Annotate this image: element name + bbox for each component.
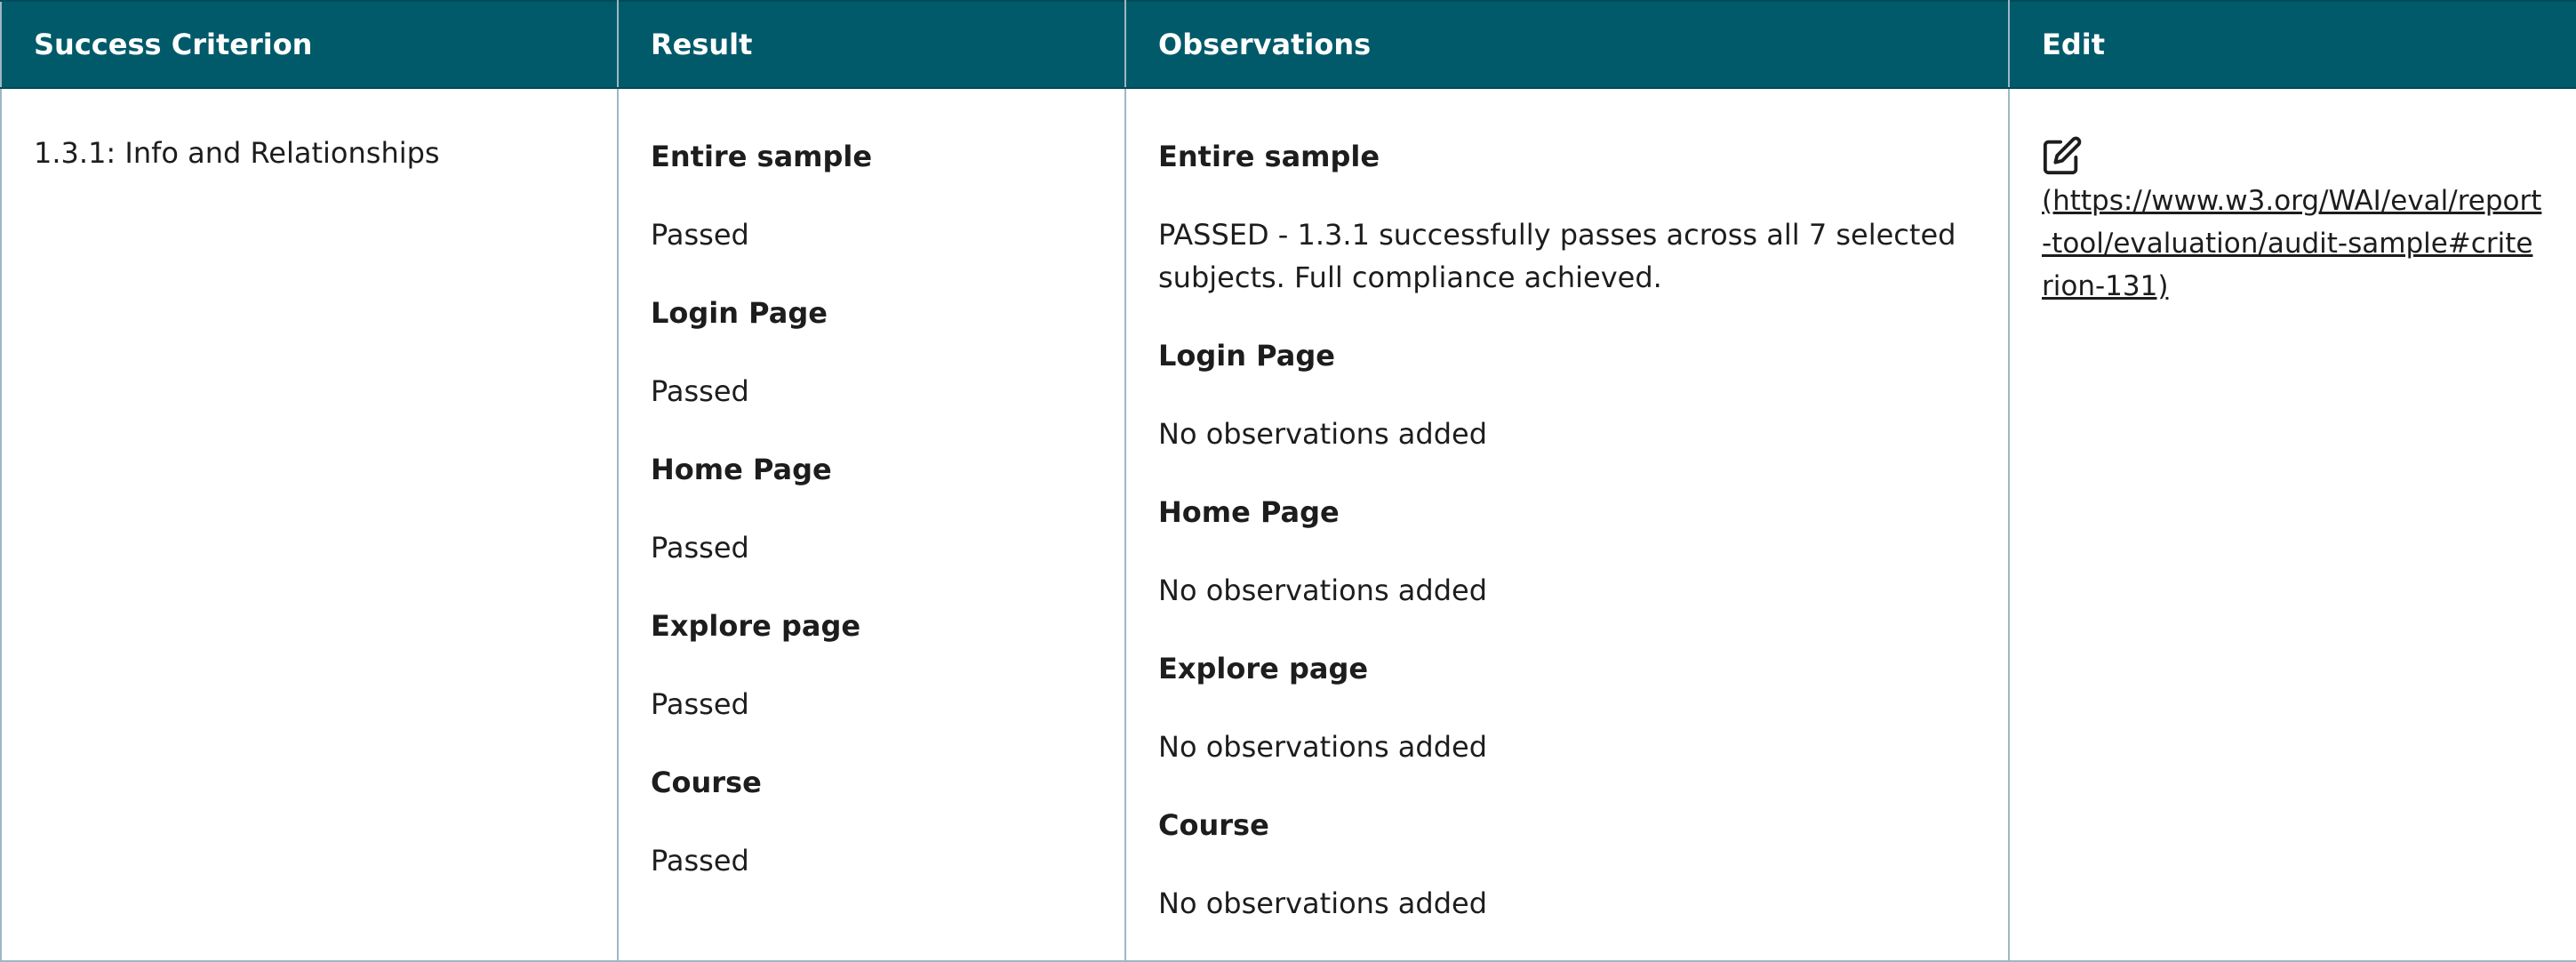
criterion-name: 1.3.1: Info and Relationships [34, 136, 440, 170]
observations-cell: Entire sample PASSED - 1.3.1 successfull… [1124, 88, 2010, 962]
table-row: 1.3.1: Info and Relationships Entire sam… [0, 88, 2576, 962]
observation-value: No observations added [1158, 730, 1488, 764]
header-observations: Observations [1124, 0, 2010, 89]
observation-heading: Home Page [1158, 495, 1340, 529]
header-result: Result [617, 0, 1126, 89]
edit-cell: (https://www.w3.org/WAI/eval/report-tool… [2008, 88, 2576, 962]
observation-value: No observations added [1158, 417, 1488, 451]
observation-heading: Login Page [1158, 339, 1335, 373]
observation-value: PASSED - 1.3.1 successfully passes acros… [1158, 218, 1956, 294]
observation-course: Course No observations added [1158, 804, 1976, 925]
result-value: Passed [651, 844, 749, 878]
result-entire-sample: Entire sample Passed [651, 135, 1092, 256]
result-heading: Explore page [651, 609, 861, 643]
result-heading: Login Page [651, 296, 828, 330]
observation-home-page: Home Page No observations added [1158, 491, 1976, 612]
observation-explore-page: Explore page No observations added [1158, 647, 1976, 768]
table-body: 1.3.1: Info and Relationships Entire sam… [0, 88, 2576, 962]
edit-criterion-link[interactable]: (https://www.w3.org/WAI/eval/report-tool… [2042, 135, 2544, 308]
observation-heading: Course [1158, 808, 1269, 842]
result-login-page: Login Page Passed [651, 292, 1092, 413]
result-value: Passed [651, 374, 749, 408]
observation-value: No observations added [1158, 573, 1488, 607]
header-success-criterion: Success Criterion [0, 0, 619, 89]
result-value: Passed [651, 218, 749, 252]
header-row: Success Criterion Result Observations Ed… [0, 0, 2576, 89]
edit-link-url[interactable]: (https://www.w3.org/WAI/eval/report-tool… [2042, 180, 2544, 308]
result-home-page: Home Page Passed [651, 448, 1092, 569]
edit-icon[interactable] [2042, 135, 2083, 176]
criterion-cell: 1.3.1: Info and Relationships [0, 88, 619, 962]
result-heading: Entire sample [651, 140, 873, 173]
header-edit: Edit [2008, 0, 2576, 89]
result-cell: Entire sample Passed Login Page Passed H… [617, 88, 1126, 962]
observation-value: No observations added [1158, 886, 1488, 920]
result-value: Passed [651, 531, 749, 565]
result-value: Passed [651, 687, 749, 721]
observation-heading: Explore page [1158, 652, 1369, 685]
result-course: Course Passed [651, 761, 1092, 882]
result-explore-page: Explore page Passed [651, 605, 1092, 726]
table-header: Success Criterion Result Observations Ed… [0, 0, 2576, 89]
result-heading: Home Page [651, 453, 832, 486]
report-table: Success Criterion Result Observations Ed… [0, 0, 2576, 962]
result-heading: Course [651, 766, 762, 799]
observation-heading: Entire sample [1158, 140, 1380, 173]
observation-entire-sample: Entire sample PASSED - 1.3.1 successfull… [1158, 135, 1976, 299]
observation-login-page: Login Page No observations added [1158, 334, 1976, 455]
